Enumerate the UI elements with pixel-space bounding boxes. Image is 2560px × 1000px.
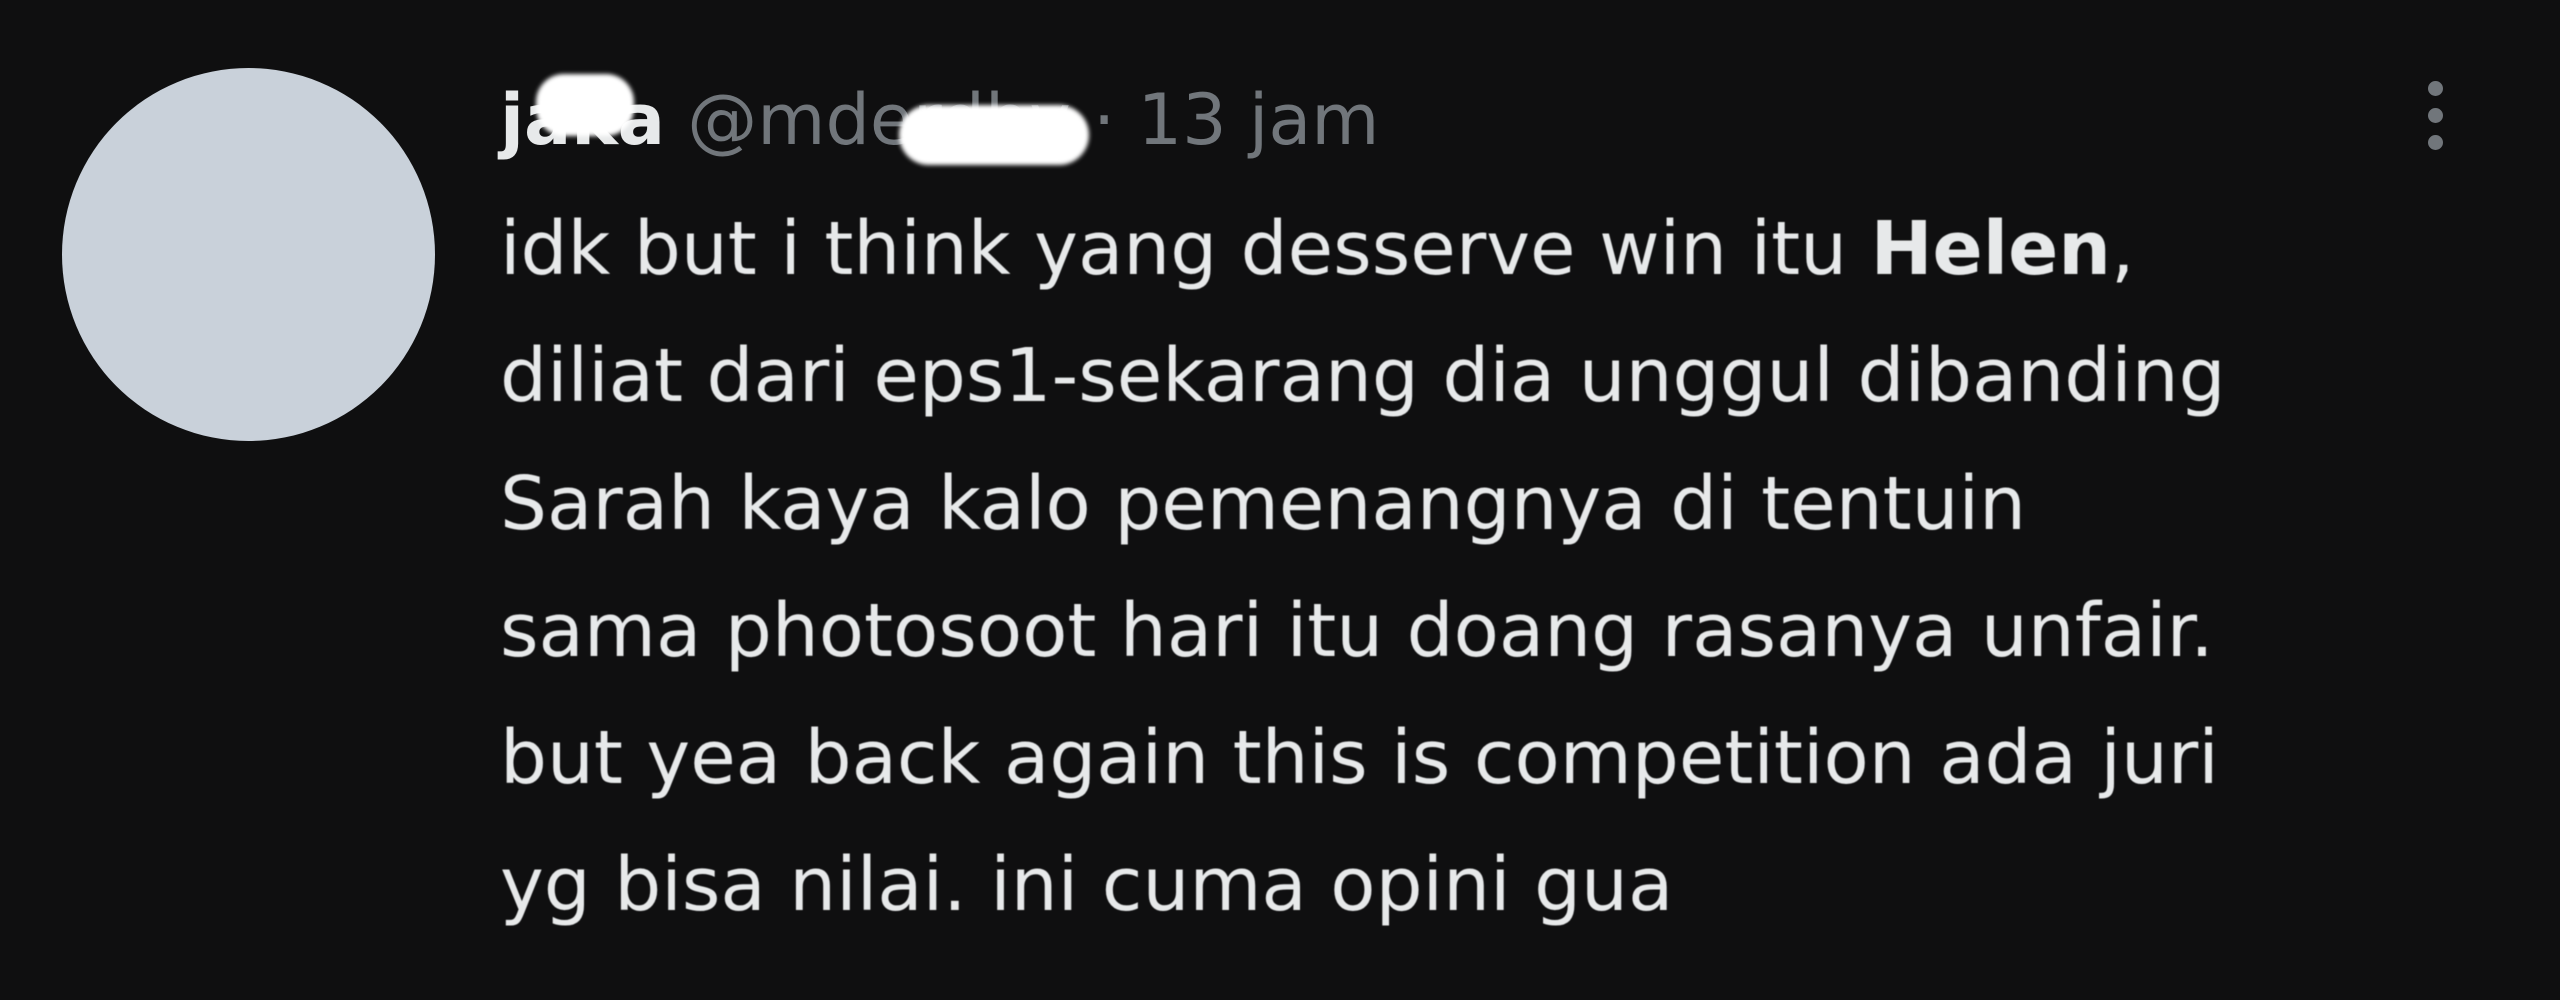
tweet-text-part-1: idk but i think yang desserve win itu [500,206,1871,292]
user-handle[interactable]: @mderdhy [687,79,1090,165]
name-redaction [536,74,634,136]
dot-bottom [2427,134,2443,150]
dot-top [2427,80,2443,96]
tweet-text-bold-name: Helen [1870,206,2111,292]
handle-redaction [899,105,1090,165]
tweet[interactable]: jaka @mderdhy · 13 jam idk but i think y… [0,0,2560,1000]
timestamp[interactable]: 13 jam [1138,79,1380,161]
avatar[interactable] [62,68,435,441]
tweet-text-part-2: , diliat dari eps1-sekarang dia unggul d… [500,206,2226,929]
separator-dot: · [1093,79,1116,161]
dot-middle [2427,107,2443,123]
more-options-vertical-icon[interactable] [2400,60,2470,170]
tweet-text: idk but i think yang desserve win itu He… [500,186,2520,950]
tweet-header: jaka @mderdhy · 13 jam [500,60,1379,180]
